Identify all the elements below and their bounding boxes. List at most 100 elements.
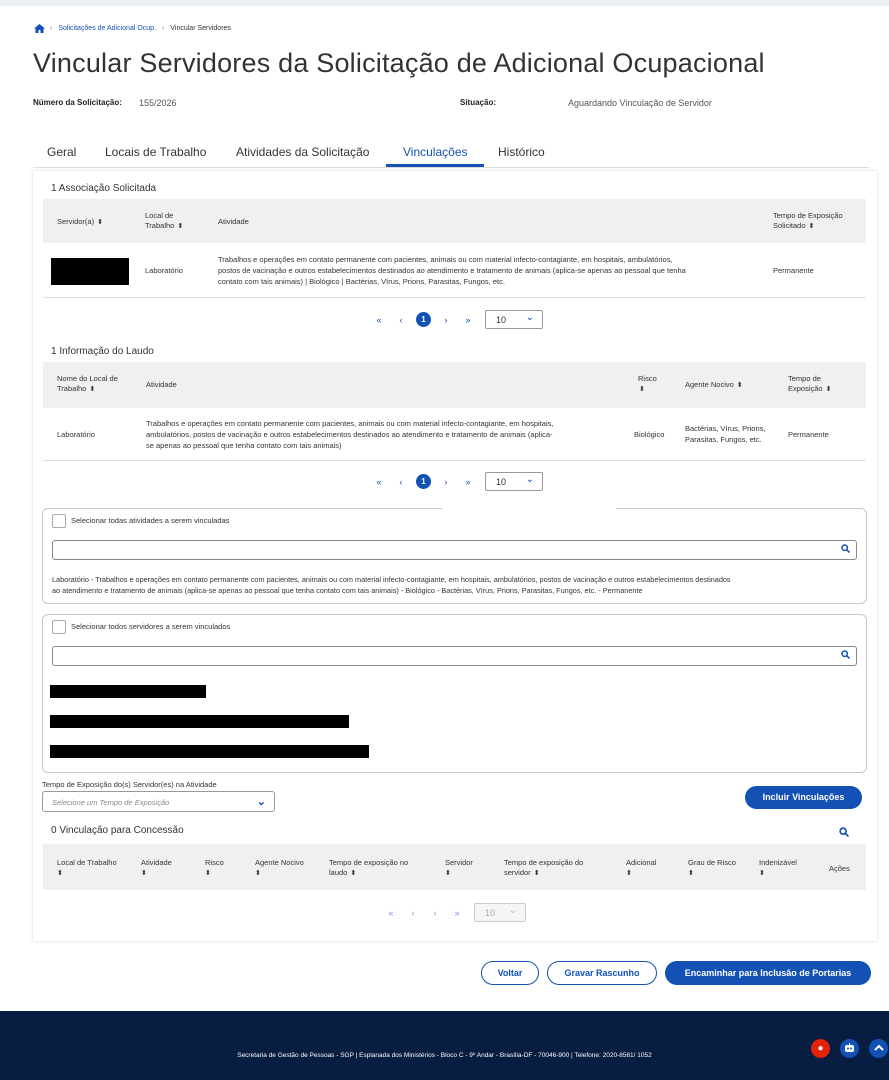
th-risco[interactable]: Risco ⬍ — [638, 374, 657, 395]
th-concessao-col[interactable]: Indenizável ⬍ — [759, 858, 797, 879]
tempo-select-placeholder: Selecione um Tempo de Exposição — [52, 798, 170, 807]
current-page[interactable]: 1 — [416, 474, 431, 489]
th-concessao-label: Local de Trabalho — [57, 858, 117, 867]
page-size-select[interactable]: 10 ⌄ — [485, 310, 543, 329]
pager-laudo: « ‹ 1 › » 10 ⌄ — [368, 472, 543, 491]
current-page[interactable]: 1 — [416, 312, 431, 327]
pager-concessao: « ‹ › » 10 ⌄ — [380, 903, 526, 922]
scroll-top-icon[interactable] — [869, 1039, 888, 1058]
th-concessao-col[interactable]: Tempo de exposição no laudo ⬍ — [329, 858, 408, 879]
th-servidor-label: Servidor(a) — [57, 217, 95, 226]
tab-atividades[interactable]: Atividades da Solicitação — [236, 145, 369, 159]
breadcrumb-link-solicitacoes[interactable]: Solicitações de Adicional Ocup. — [58, 25, 156, 32]
next-page-icon[interactable]: › — [435, 315, 457, 325]
laudo-atividade-1: Trabalhos e operações em contato permane… — [146, 419, 554, 428]
servidor-option-redacted[interactable] — [50, 685, 206, 698]
tab-vinculacoes[interactable]: Vinculações — [403, 145, 468, 159]
th-concessao-col[interactable]: Risco ⬍ — [205, 858, 224, 879]
footer — [0, 1011, 889, 1080]
search-icon[interactable] — [839, 824, 850, 842]
first-page-icon[interactable]: « — [368, 477, 390, 487]
atividade-option-1[interactable]: Laboratório - Trabalhos e operações em c… — [52, 575, 731, 585]
page-size-select: 10 ⌄ — [474, 903, 526, 922]
th-concessao-label: Grau de Risco — [688, 858, 736, 867]
th-concessao-col[interactable]: Tempo de exposição do servidor ⬍ — [504, 858, 583, 879]
top-bar — [0, 0, 889, 6]
tab-geral[interactable]: Geral — [47, 145, 76, 159]
incluir-vinculacoes-button[interactable]: Incluir Vinculações — [745, 786, 862, 809]
sort-icon: ⬍ — [255, 870, 261, 877]
th-concessao-col[interactable]: Local de Trabalho ⬍ — [57, 858, 117, 879]
tempo-select[interactable]: Selecione um Tempo de Exposição ⌄ — [42, 791, 275, 812]
th-concessao-label: Adicional — [626, 858, 657, 867]
laudo-local: Laboratório — [57, 430, 95, 439]
servidor-option-redacted[interactable] — [50, 715, 349, 728]
th-laudo-tempo-label: Tempo de — [788, 374, 821, 383]
sort-icon: ⬍ — [736, 382, 743, 389]
home-icon[interactable] — [34, 24, 45, 33]
next-page-icon: › — [433, 907, 437, 918]
page-size-select[interactable]: 10 ⌄ — [485, 472, 543, 491]
servidor-option-redacted[interactable] — [50, 745, 369, 758]
assoc-local: Laboratório — [145, 266, 183, 275]
search-icon[interactable] — [841, 650, 851, 662]
voltar-button[interactable]: Voltar — [481, 961, 539, 985]
tab-bar: Geral Locais de Trabalho Atividades da S… — [33, 137, 869, 168]
page-size-value: 10 — [485, 908, 496, 918]
th-nome-local[interactable]: Nome do Local de Trabalho ⬍ — [57, 374, 118, 395]
divider — [43, 297, 866, 298]
th-concessao-label: Indenizável — [759, 858, 797, 867]
th-concessao-col[interactable]: Grau de Risco ⬍ — [688, 858, 736, 879]
chatbot-icon[interactable] — [840, 1039, 859, 1058]
chevron-right-icon: › — [162, 25, 165, 32]
th-local[interactable]: Local de Trabalho ⬍ — [145, 211, 183, 232]
atividades-search-input[interactable] — [52, 540, 857, 560]
th-tempo-label: Tempo de Exposição — [773, 211, 843, 220]
search-icon[interactable] — [841, 544, 851, 556]
th-laudo-tempo[interactable]: Tempo de Exposição ⬍ — [788, 374, 831, 395]
th-agente-label: Agente Nocivo — [685, 380, 734, 389]
first-page-icon: « — [388, 907, 394, 918]
laudo-tempo: Permanente — [788, 430, 829, 439]
prev-page-icon[interactable]: ‹ — [390, 315, 412, 325]
laudo-risco: Biológico — [634, 430, 665, 439]
page-size-value: 10 — [496, 315, 507, 325]
footer-text: Secretaria de Gestão de Pessoas - SGP | … — [237, 1052, 652, 1059]
th-concessao-col[interactable]: Atividade ⬍ — [141, 858, 172, 879]
tab-locais[interactable]: Locais de Trabalho — [105, 145, 206, 159]
page-title: Vincular Servidores da Solicitação de Ad… — [33, 48, 765, 78]
servidores-search-input[interactable] — [52, 646, 857, 666]
select-all-servidores-checkbox[interactable] — [52, 620, 66, 634]
th-tempo[interactable]: Tempo de Exposição Solicitado ⬍ — [773, 211, 843, 232]
th-risco-label: Risco — [638, 374, 657, 383]
record-icon[interactable]: ● — [811, 1039, 830, 1058]
sort-icon: ⬍ — [141, 870, 147, 877]
next-page-icon[interactable]: › — [435, 477, 457, 487]
page-size-value: 10 — [496, 477, 507, 487]
active-tab-indicator — [386, 164, 484, 167]
sort-icon: ⬍ — [825, 386, 832, 393]
tab-historico[interactable]: Histórico — [498, 145, 545, 159]
th-concessao-label-2: laudo — [329, 868, 348, 877]
th-concessao-label: Atividade — [141, 858, 172, 867]
th-agente[interactable]: Agente Nocivo ⬍ — [685, 380, 743, 391]
gravar-rascunho-button[interactable]: Gravar Rascunho — [547, 961, 657, 985]
atividade-option-2[interactable]: ao atendimento e tratamento de animais (… — [52, 586, 643, 596]
first-page-icon[interactable]: « — [368, 315, 390, 325]
numero-value: 155/2026 — [139, 98, 177, 108]
last-page-icon[interactable]: » — [457, 315, 479, 325]
encaminhar-button[interactable]: Encaminhar para Inclusão de Portarias — [665, 961, 871, 985]
prev-page-icon[interactable]: ‹ — [390, 477, 412, 487]
last-page-icon[interactable]: » — [457, 477, 479, 487]
th-servidor[interactable]: Servidor(a) ⬍ — [57, 217, 103, 228]
situacao-value: Aguardando Vinculação de Servidor — [568, 98, 712, 108]
divider — [43, 460, 866, 461]
sort-icon: ⬍ — [533, 870, 540, 877]
th-concessao-col[interactable]: Adicional ⬍ — [626, 858, 656, 879]
box-gap — [442, 506, 616, 510]
select-all-atividades-checkbox[interactable] — [52, 514, 66, 528]
th-concessao-col[interactable]: Agente Nocivo ⬍ — [255, 858, 304, 879]
th-concessao-col[interactable]: Servidor ⬍ — [445, 858, 473, 879]
sort-icon: ⬍ — [205, 870, 211, 877]
breadcrumb-current: Vincular Servidores — [170, 25, 231, 32]
